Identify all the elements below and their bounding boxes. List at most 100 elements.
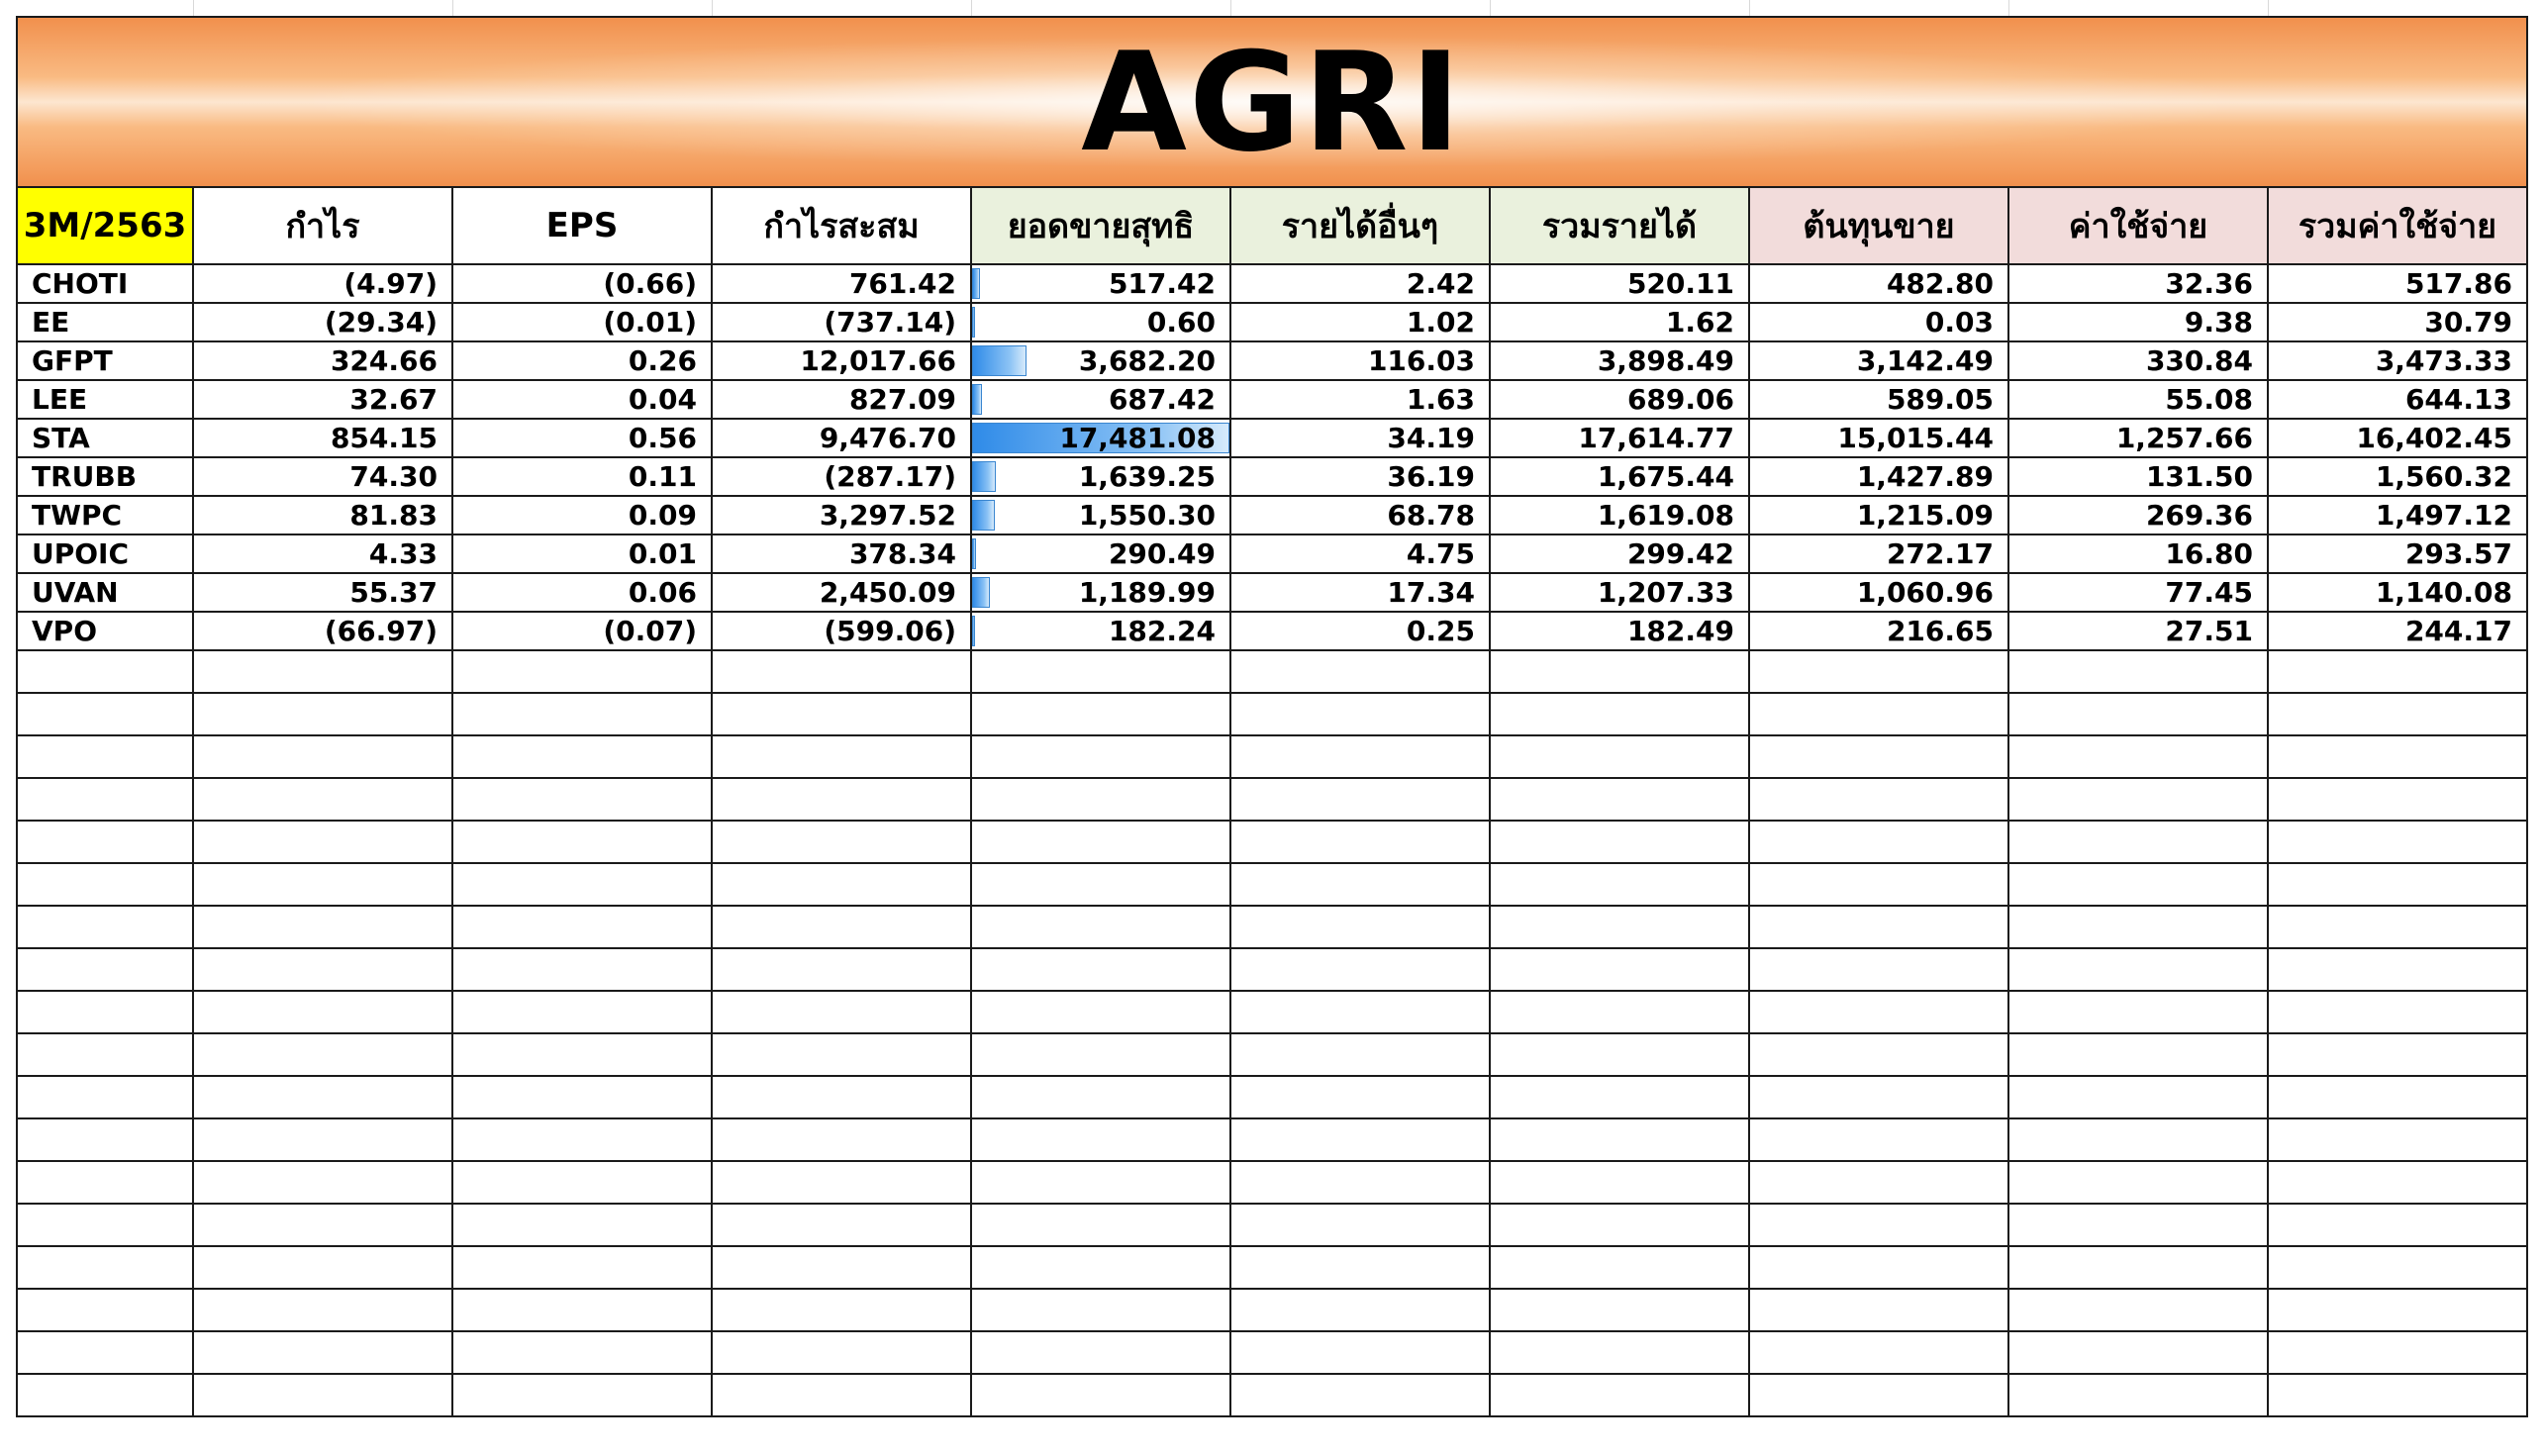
- header-profit[interactable]: กำไร: [192, 186, 453, 265]
- empty-cell[interactable]: [711, 1160, 972, 1205]
- empty-cell[interactable]: [711, 862, 972, 907]
- empty-cell[interactable]: [192, 1288, 453, 1332]
- empty-cell[interactable]: [1489, 947, 1750, 992]
- empty-cell[interactable]: [970, 905, 1231, 949]
- empty-cell[interactable]: [1489, 905, 1750, 949]
- cost-of-sales-cell[interactable]: 1,215.09: [1748, 495, 2009, 535]
- expenses-cell[interactable]: 16.80: [2007, 534, 2269, 574]
- total-expenses-cell[interactable]: 16,402.45: [2267, 418, 2528, 458]
- eps-cell[interactable]: 0.26: [451, 340, 713, 381]
- empty-cell[interactable]: [1748, 1245, 2009, 1290]
- profit-cell[interactable]: 74.30: [192, 456, 453, 497]
- symbol-cell[interactable]: VPO: [16, 611, 194, 651]
- net-sales-cell[interactable]: 290.49: [970, 534, 1231, 574]
- empty-cell[interactable]: [1748, 990, 2009, 1034]
- empty-cell[interactable]: [1489, 1160, 1750, 1205]
- empty-cell[interactable]: [711, 1288, 972, 1332]
- empty-cell[interactable]: [1748, 1075, 2009, 1119]
- empty-cell[interactable]: [192, 905, 453, 949]
- cost-of-sales-cell[interactable]: 15,015.44: [1748, 418, 2009, 458]
- empty-cell[interactable]: [16, 1203, 194, 1247]
- empty-cell[interactable]: [192, 1245, 453, 1290]
- empty-cell[interactable]: [970, 947, 1231, 992]
- empty-cell[interactable]: [1489, 1032, 1750, 1077]
- empty-cell[interactable]: [1748, 862, 2009, 907]
- header-eps[interactable]: EPS: [451, 186, 713, 265]
- profit-cell[interactable]: 854.15: [192, 418, 453, 458]
- empty-cell[interactable]: [1748, 692, 2009, 736]
- empty-cell[interactable]: [1229, 649, 1491, 694]
- empty-cell[interactable]: [192, 947, 453, 992]
- total-revenue-cell[interactable]: 182.49: [1489, 611, 1750, 651]
- empty-cell[interactable]: [2267, 1373, 2528, 1417]
- empty-cell[interactable]: [2007, 649, 2269, 694]
- net-sales-cell[interactable]: 1,639.25: [970, 456, 1231, 497]
- empty-cell[interactable]: [2007, 862, 2269, 907]
- empty-cell[interactable]: [2007, 990, 2269, 1034]
- empty-cell[interactable]: [2007, 734, 2269, 779]
- total-expenses-cell[interactable]: 293.57: [2267, 534, 2528, 574]
- empty-cell[interactable]: [1229, 820, 1491, 864]
- empty-cell[interactable]: [451, 1245, 713, 1290]
- empty-cell[interactable]: [1229, 734, 1491, 779]
- header-total-revenue[interactable]: รวมรายได้: [1489, 186, 1750, 265]
- empty-cell[interactable]: [1229, 777, 1491, 822]
- empty-cell[interactable]: [451, 905, 713, 949]
- empty-cell[interactable]: [1229, 1203, 1491, 1247]
- empty-cell[interactable]: [192, 649, 453, 694]
- net-sales-cell[interactable]: 0.60: [970, 302, 1231, 342]
- total-expenses-cell[interactable]: 1,140.08: [2267, 572, 2528, 613]
- empty-cell[interactable]: [451, 862, 713, 907]
- empty-cell[interactable]: [2007, 1288, 2269, 1332]
- empty-cell[interactable]: [192, 820, 453, 864]
- eps-cell[interactable]: 0.11: [451, 456, 713, 497]
- cost-of-sales-cell[interactable]: 3,142.49: [1748, 340, 2009, 381]
- empty-cell[interactable]: [970, 1160, 1231, 1205]
- eps-cell[interactable]: 0.01: [451, 534, 713, 574]
- empty-cell[interactable]: [2007, 777, 2269, 822]
- empty-cell[interactable]: [711, 947, 972, 992]
- empty-cell[interactable]: [192, 1330, 453, 1375]
- symbol-cell[interactable]: CHOTI: [16, 263, 194, 304]
- empty-cell[interactable]: [451, 1203, 713, 1247]
- header-net-sales[interactable]: ยอดขายสุทธิ: [970, 186, 1231, 265]
- profit-cell[interactable]: 81.83: [192, 495, 453, 535]
- empty-cell[interactable]: [1748, 1203, 2009, 1247]
- empty-cell[interactable]: [970, 990, 1231, 1034]
- total-revenue-cell[interactable]: 17,614.77: [1489, 418, 1750, 458]
- total-expenses-cell[interactable]: 3,473.33: [2267, 340, 2528, 381]
- empty-cell[interactable]: [1748, 947, 2009, 992]
- eps-cell[interactable]: 0.04: [451, 379, 713, 420]
- total-revenue-cell[interactable]: 520.11: [1489, 263, 1750, 304]
- empty-cell[interactable]: [2267, 734, 2528, 779]
- empty-cell[interactable]: [711, 777, 972, 822]
- cost-of-sales-cell[interactable]: 1,060.96: [1748, 572, 2009, 613]
- empty-cell[interactable]: [2267, 1117, 2528, 1162]
- other-income-cell[interactable]: 1.63: [1229, 379, 1491, 420]
- symbol-cell[interactable]: EE: [16, 302, 194, 342]
- empty-cell[interactable]: [16, 734, 194, 779]
- empty-cell[interactable]: [1489, 692, 1750, 736]
- empty-cell[interactable]: [711, 692, 972, 736]
- expenses-cell[interactable]: 330.84: [2007, 340, 2269, 381]
- profit-cell[interactable]: (29.34): [192, 302, 453, 342]
- empty-cell[interactable]: [2007, 820, 2269, 864]
- retained-earnings-cell[interactable]: (737.14): [711, 302, 972, 342]
- empty-cell[interactable]: [451, 1330, 713, 1375]
- empty-cell[interactable]: [711, 1117, 972, 1162]
- empty-cell[interactable]: [1229, 1117, 1491, 1162]
- retained-earnings-cell[interactable]: 378.34: [711, 534, 972, 574]
- total-revenue-cell[interactable]: 1,619.08: [1489, 495, 1750, 535]
- cost-of-sales-cell[interactable]: 482.80: [1748, 263, 2009, 304]
- empty-cell[interactable]: [2267, 1330, 2528, 1375]
- empty-cell[interactable]: [1748, 905, 2009, 949]
- empty-cell[interactable]: [16, 649, 194, 694]
- total-revenue-cell[interactable]: 299.42: [1489, 534, 1750, 574]
- empty-cell[interactable]: [2267, 862, 2528, 907]
- total-revenue-cell[interactable]: 1.62: [1489, 302, 1750, 342]
- empty-cell[interactable]: [970, 1373, 1231, 1417]
- empty-cell[interactable]: [2267, 990, 2528, 1034]
- other-income-cell[interactable]: 2.42: [1229, 263, 1491, 304]
- total-revenue-cell[interactable]: 1,675.44: [1489, 456, 1750, 497]
- empty-cell[interactable]: [1229, 1330, 1491, 1375]
